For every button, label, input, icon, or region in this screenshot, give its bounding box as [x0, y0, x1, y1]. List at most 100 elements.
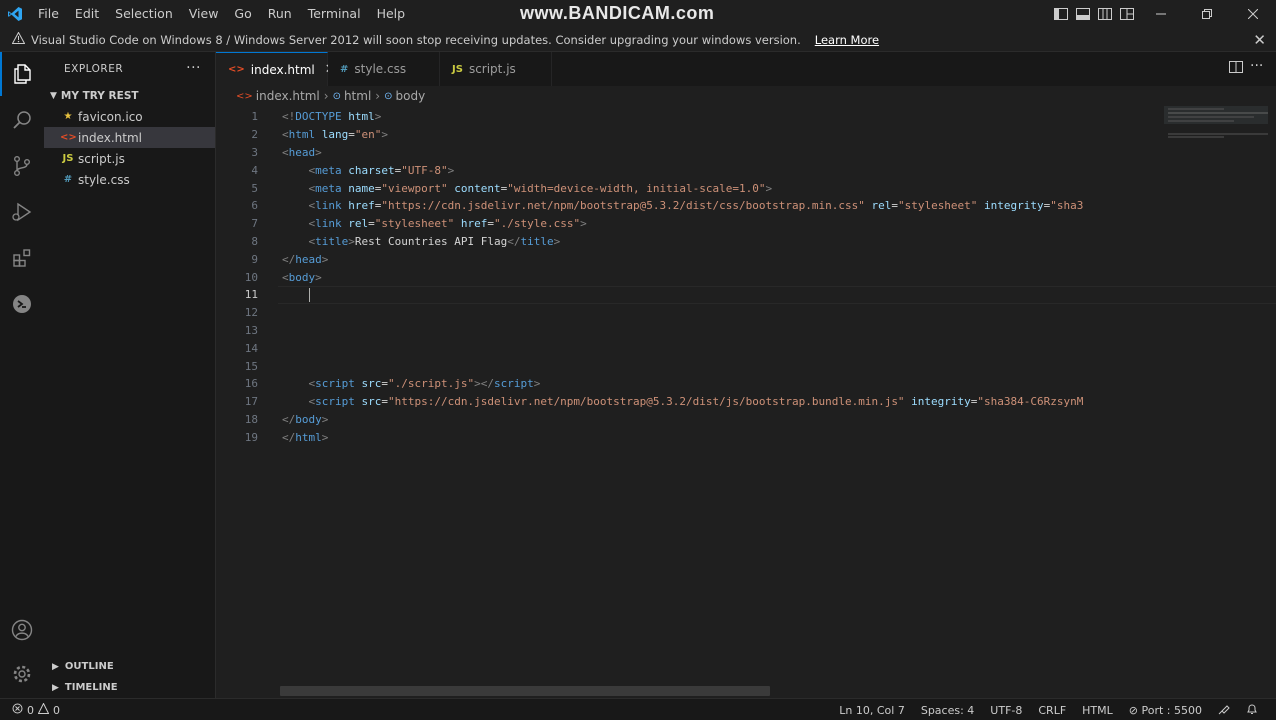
more-actions-icon[interactable]: ···: [186, 60, 201, 76]
toggle-primary-sidebar-icon[interactable]: [1050, 0, 1072, 28]
code-editor[interactable]: 1 <!DOCTYPE html> 2 <html lang="en"> 3 <head>…: [216, 106, 1276, 698]
file-item[interactable]: ★ favicon.ico: [44, 106, 215, 127]
code-line[interactable]: 12: [216, 304, 1083, 322]
code-token: <!: [282, 110, 296, 124]
code-line[interactable]: 5 <meta name="viewport" content="width=d…: [216, 179, 1083, 197]
horizontal-scrollbar[interactable]: [280, 686, 770, 696]
file-item[interactable]: JS script.js: [44, 148, 215, 169]
editor-more-actions-icon[interactable]: ···: [1250, 58, 1263, 74]
code-line[interactable]: 3 <head>: [216, 144, 1083, 162]
tab-script-js[interactable]: JS script.js: [440, 52, 552, 86]
end-of-line[interactable]: CRLF: [1030, 704, 1074, 717]
code-token: meta: [315, 163, 342, 177]
menu-item-edit[interactable]: Edit: [67, 0, 107, 28]
language-mode[interactable]: HTML: [1074, 704, 1121, 717]
split-editor-icon[interactable]: [1229, 61, 1244, 76]
code-line[interactable]: 16 <script src="./script.js"></script>: [216, 375, 1083, 393]
learn-more-link[interactable]: Learn More: [815, 33, 879, 47]
banner-message: Visual Studio Code on Windows 8 / Window…: [31, 32, 801, 47]
title-controls: [1050, 0, 1276, 28]
line-source: <meta charset="UTF-8">: [258, 163, 455, 177]
problems-indicator[interactable]: 0 0: [12, 699, 60, 720]
restore-button[interactable]: [1184, 0, 1230, 28]
notifications-bell-icon[interactable]: [1238, 703, 1266, 718]
customize-layout-icon[interactable]: [1116, 0, 1138, 28]
line-number: 18: [244, 412, 258, 426]
breadcrumb-body[interactable]: body: [396, 89, 426, 103]
tab-index-html[interactable]: <>index.html✕: [216, 52, 336, 86]
line-number: 19: [244, 430, 258, 444]
remote-explorer-icon[interactable]: [0, 282, 44, 326]
encoding[interactable]: UTF-8: [982, 704, 1030, 717]
tab-style-css[interactable]: # style.css: [328, 52, 440, 86]
code-line[interactable]: 8 <title>Rest Countries API Flag</title>: [216, 233, 1083, 251]
code-line[interactable]: 4 <meta charset="UTF-8">: [216, 161, 1083, 179]
source-control-icon[interactable]: [0, 144, 44, 188]
toggle-panel-icon[interactable]: [1072, 0, 1094, 28]
menu-item-help[interactable]: Help: [369, 0, 414, 28]
menu-item-selection[interactable]: Selection: [107, 0, 181, 28]
code-line[interactable]: 6 <link href="https://cdn.jsdelivr.net/n…: [216, 197, 1083, 215]
code-token: integrity: [904, 395, 971, 409]
line-number: 13: [244, 323, 258, 337]
cursor-position[interactable]: Ln 10, Col 7: [831, 704, 913, 717]
feedback-icon[interactable]: [1210, 703, 1238, 718]
menu-item-go[interactable]: Go: [226, 0, 259, 28]
code-token: "https://cdn.jsdelivr.net/npm/bootstrap@…: [381, 199, 865, 213]
code-lines: 1 <!DOCTYPE html> 2 <html lang="en"> 3 <head>…: [216, 108, 1276, 446]
line-number: 3: [251, 145, 258, 159]
code-line[interactable]: 11: [216, 285, 1276, 304]
code-token: "width=device-width, initial-scale=1.0": [507, 181, 766, 195]
code-line[interactable]: 7 <link rel="stylesheet" href="./style.c…: [216, 215, 1083, 233]
menu-item-view[interactable]: View: [181, 0, 227, 28]
line-number: 16: [244, 377, 258, 391]
menu-item-terminal[interactable]: Terminal: [300, 0, 369, 28]
line-source: </head>: [258, 253, 328, 266]
code-token: >: [533, 377, 541, 391]
vscode-logo-icon: [0, 0, 30, 28]
code-token: =: [891, 199, 898, 213]
run-and-debug-icon[interactable]: [0, 190, 44, 234]
breadcrumb-html[interactable]: html: [344, 89, 371, 103]
code-line[interactable]: 13: [216, 322, 1083, 340]
tab-label: index.html: [250, 62, 315, 77]
explorer-icon[interactable]: [0, 52, 44, 96]
code-line[interactable]: 18 </body>: [216, 411, 1083, 429]
manage-gear-icon[interactable]: [0, 652, 44, 696]
minimap[interactable]: [1164, 106, 1268, 146]
banner-close-icon[interactable]: ✕: [1253, 31, 1266, 49]
code-line[interactable]: 19 </html>: [216, 428, 1083, 446]
code-token: rel: [341, 217, 369, 231]
accounts-icon[interactable]: [0, 608, 44, 652]
code-line[interactable]: 15: [216, 357, 1083, 375]
toggle-secondary-sidebar-icon[interactable]: [1094, 0, 1116, 28]
code-line[interactable]: 9 </head>: [216, 250, 1083, 268]
code-line[interactable]: 2 <html lang="en">: [216, 126, 1083, 144]
code-token: title: [315, 234, 349, 248]
workspace-folder[interactable]: ▼ MY TRY REST: [44, 86, 215, 106]
code-line[interactable]: 1 <!DOCTYPE html>: [216, 108, 1083, 126]
code-line[interactable]: 17 <script src="https://cdn.jsdelivr.net…: [216, 393, 1084, 411]
search-icon[interactable]: [0, 98, 44, 142]
code-token: "./script.js": [388, 377, 475, 391]
line-source: </html>: [258, 431, 328, 444]
file-item[interactable]: <> index.html: [44, 127, 215, 148]
menu-item-file[interactable]: File: [30, 0, 67, 28]
file-item[interactable]: # style.css: [44, 169, 215, 190]
timeline-section[interactable]: ▶ TIMELINE: [44, 677, 216, 698]
code-line[interactable]: 10 <body>: [216, 268, 1083, 286]
menu-item-run[interactable]: Run: [260, 0, 300, 28]
code-token: <: [282, 145, 289, 159]
indentation[interactable]: Spaces: 4: [913, 704, 982, 717]
breadcrumb-file[interactable]: index.html: [256, 89, 320, 103]
line-number: 10: [244, 270, 258, 284]
extensions-icon[interactable]: [0, 236, 44, 280]
live-server-port[interactable]: ⊘ Port : 5500: [1121, 704, 1210, 717]
minimize-button[interactable]: [1138, 0, 1184, 28]
file-name: index.html: [78, 130, 142, 145]
outline-section[interactable]: ▶ OUTLINE: [44, 656, 216, 677]
close-window-button[interactable]: [1230, 0, 1276, 28]
line-number: 2: [251, 128, 258, 142]
code-line[interactable]: 14: [216, 339, 1083, 357]
